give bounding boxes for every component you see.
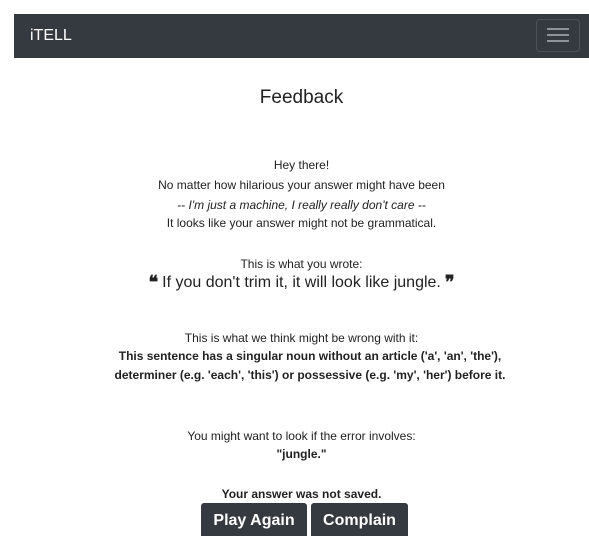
menu-toggle-button[interactable]: [536, 19, 580, 52]
complain-button[interactable]: Complain: [311, 503, 408, 536]
navbar: iTELL: [14, 14, 589, 58]
wrote-label: This is what you wrote:: [240, 257, 363, 271]
involves-label: You might want to look if the error invo…: [187, 429, 416, 443]
saved-status: Your answer was not saved.: [221, 487, 382, 501]
wrong-label: This is what we think might be wrong wit…: [184, 331, 419, 345]
brand-link[interactable]: iTELL: [30, 27, 72, 45]
greeting-text: Hey there!: [273, 158, 330, 172]
user-answer-quote: ❝ If you don't trim it, it will look like…: [14, 272, 589, 294]
grammar-warning: It looks like your answer might not be g…: [166, 216, 437, 230]
page-title: Feedback: [259, 87, 344, 108]
involved-word: "jungle.": [276, 447, 327, 461]
play-again-button[interactable]: Play Again: [201, 503, 307, 536]
hamburger-menu-icon: [547, 28, 569, 43]
machine-note: -- I'm just a machine, I really really d…: [177, 198, 426, 212]
open-quote-icon: ❝: [148, 272, 159, 293]
close-quote-icon: ❞: [444, 272, 455, 293]
page: iTELL Feedback Hey there! No matter how …: [0, 0, 589, 536]
user-answer-text: If you don't trim it, it will look like …: [162, 274, 441, 291]
error-explanation: This sentence has a singular noun withou…: [114, 349, 506, 382]
message-line: No matter how hilarious your answer migh…: [158, 178, 445, 192]
